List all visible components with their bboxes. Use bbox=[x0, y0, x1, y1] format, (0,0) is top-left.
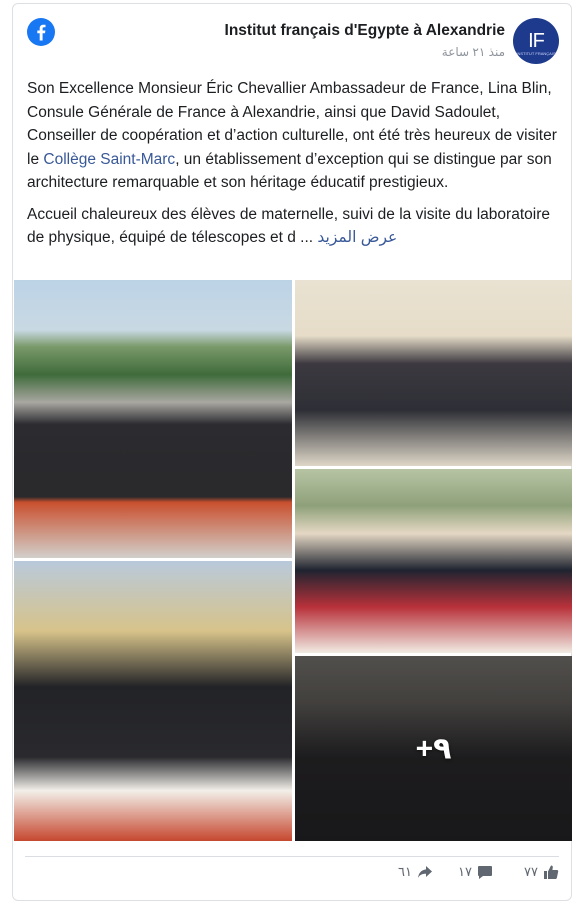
photo-5-more[interactable]: +٩ bbox=[295, 656, 572, 841]
photo-2[interactable] bbox=[295, 280, 572, 466]
share-icon bbox=[418, 866, 432, 878]
more-photos-count: +٩ bbox=[415, 732, 452, 765]
post-paragraph-1: Son Excellence Monsieur Éric Chevallier … bbox=[27, 77, 557, 195]
likes-number: ٧٧ bbox=[524, 864, 538, 879]
post-card: Institut français d'Egypte à Alexandrie … bbox=[12, 3, 572, 901]
comment-icon bbox=[478, 866, 492, 879]
shares-number: ٦١ bbox=[398, 864, 412, 879]
avatar-subtext: INSTITUT FRANÇAIS bbox=[516, 51, 556, 56]
engagement-bar: ٧٧ ١٧ ٦١ bbox=[13, 864, 571, 888]
photo-1[interactable] bbox=[14, 280, 292, 558]
likes-count[interactable]: ٧٧ bbox=[524, 864, 559, 880]
photo-3[interactable] bbox=[295, 469, 572, 653]
see-more-link[interactable]: عرض المزيد bbox=[317, 229, 397, 246]
footer-divider bbox=[25, 856, 559, 857]
page-name-link[interactable]: Institut français d'Egypte à Alexandrie bbox=[225, 22, 505, 40]
like-icon bbox=[544, 865, 559, 879]
paragraph-2-text: Accueil chaleureux des élèves de materne… bbox=[27, 205, 550, 247]
post-timestamp[interactable]: منذ ٢١ ساعة bbox=[442, 45, 505, 59]
post-paragraph-2: Accueil chaleureux des élèves de materne… bbox=[27, 203, 557, 250]
post-message: Son Excellence Monsieur Éric Chevallier … bbox=[27, 77, 557, 258]
avatar-initials: IF bbox=[528, 29, 545, 52]
photo-4[interactable] bbox=[14, 561, 292, 841]
college-saint-marc-link[interactable]: Collège Saint-Marc bbox=[43, 151, 175, 168]
shares-count[interactable]: ٦١ bbox=[398, 864, 433, 880]
comments-number: ١٧ bbox=[458, 864, 472, 879]
page-avatar[interactable]: IF INSTITUT FRANÇAIS bbox=[513, 18, 559, 64]
comments-count[interactable]: ١٧ bbox=[458, 864, 493, 880]
facebook-logo-icon[interactable] bbox=[27, 18, 55, 46]
